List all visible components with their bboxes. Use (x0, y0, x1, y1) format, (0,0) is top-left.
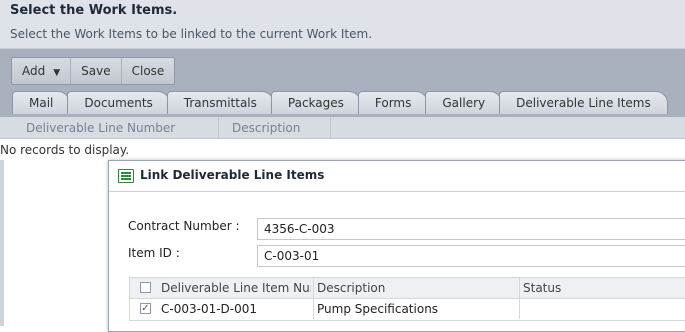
toolbar-button-group: Add ▼ Save Close (11, 57, 176, 85)
row-checkbox[interactable]: ✓ (140, 303, 151, 314)
column-divider (330, 117, 331, 138)
column-deliverable-line-number[interactable]: Deliverable Line Number (26, 121, 175, 135)
page-subtitle: Select the Work Items to be linked to th… (10, 27, 373, 41)
column-divider (218, 117, 219, 138)
select-all-checkbox[interactable] (140, 282, 151, 293)
page-title: Select the Work Items. (10, 3, 178, 18)
tab-transmittals[interactable]: Transmittals (166, 91, 274, 114)
list-window-icon (118, 169, 134, 183)
item-id-field[interactable]: C-003-01 (257, 245, 685, 267)
column-divider (313, 299, 314, 319)
tab-strip: Mail Documents Transmittals Packages For… (12, 91, 668, 115)
tab-forms[interactable]: Forms (357, 91, 429, 114)
row-description: Pump Specifications (317, 302, 439, 316)
chevron-down-icon: ▼ (53, 68, 61, 78)
link-deliverable-dialog: Link Deliverable Line Items Contract Num… (108, 160, 685, 332)
tab-gallery[interactable]: Gallery (425, 91, 503, 114)
table-row[interactable]: ✓ C-003-01-D-001 Pump Specifications (129, 299, 685, 321)
tab-documents[interactable]: Documents (67, 91, 170, 114)
column-description[interactable]: Description (317, 278, 517, 298)
column-divider (519, 299, 520, 319)
add-button[interactable]: Add ▼ (12, 58, 72, 84)
dialog-table-header: Deliverable Line Item Numb Description S… (129, 277, 685, 299)
page-header: Select the Work Items. Select the Work I… (0, 0, 685, 49)
column-description[interactable]: Description (232, 121, 300, 135)
tab-packages[interactable]: Packages (270, 91, 361, 114)
column-divider (519, 278, 520, 298)
close-button[interactable]: Close (122, 58, 175, 84)
row-status (523, 299, 685, 319)
contract-number-field[interactable]: 4356-C-003 (257, 218, 685, 240)
dialog-title: Link Deliverable Line Items (140, 168, 325, 182)
add-button-label: Add (22, 64, 46, 78)
tab-mail[interactable]: Mail (12, 91, 71, 114)
tab-deliverable-line-items[interactable]: Deliverable Line Items (499, 91, 668, 114)
dialog-title-bar: Link Deliverable Line Items (109, 161, 685, 192)
empty-grid-message: No records to display. (0, 143, 130, 157)
grid-header: Deliverable Line Number Description (0, 117, 685, 139)
column-divider (313, 278, 314, 298)
checkmark-icon: ✓ (141, 303, 150, 314)
item-id-label: Item ID : (128, 246, 180, 260)
contract-number-label: Contract Number : (128, 219, 240, 233)
column-status[interactable]: Status (523, 278, 685, 298)
column-deliverable-line-item-number[interactable]: Deliverable Line Item Numb (161, 278, 311, 298)
row-item-number: C-003-01-D-001 (161, 302, 258, 316)
save-button[interactable]: Save (71, 58, 122, 84)
grid-left-edge (0, 160, 4, 326)
toolbar: Add ▼ Save Close Mail Documents Transmitt… (0, 49, 685, 117)
